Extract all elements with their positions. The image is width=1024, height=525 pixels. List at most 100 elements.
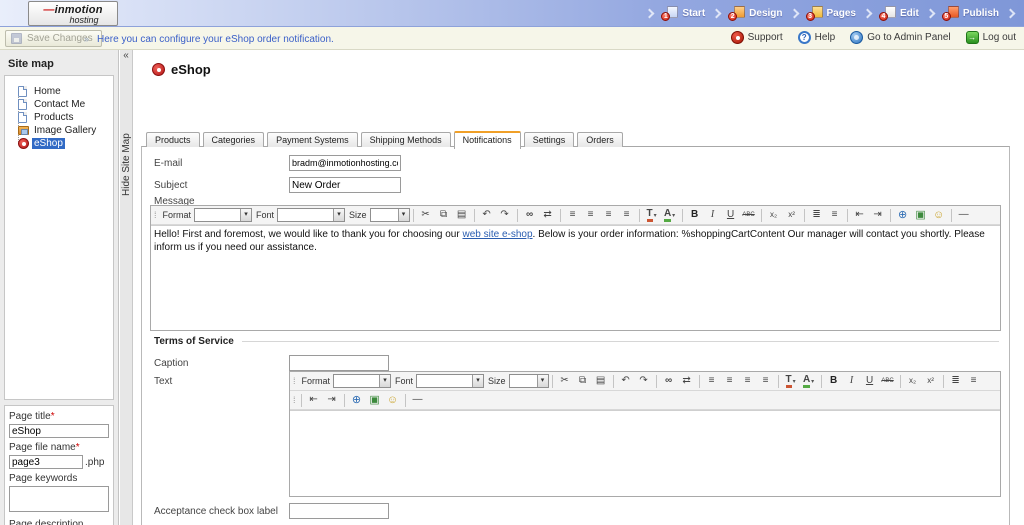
smiley-icon-button[interactable]: ☺ bbox=[385, 392, 401, 408]
dropdown-arrow-icon[interactable]: ▾ bbox=[398, 209, 409, 221]
align-right-icon-button[interactable]: ≡ bbox=[740, 373, 756, 389]
find-icon-button[interactable]: ∞ bbox=[522, 207, 538, 223]
outdent-icon-button[interactable]: ⇤ bbox=[306, 392, 322, 408]
support-button[interactable]: Support bbox=[731, 31, 783, 44]
bullet-list-icon-button[interactable]: ≡ bbox=[966, 373, 982, 389]
nav-publish[interactable]: 5Publish bbox=[942, 6, 999, 21]
help-button[interactable]: ?Help bbox=[798, 31, 836, 44]
format-dropdown[interactable]: ▾ bbox=[194, 208, 252, 222]
horizontal-rule-icon-button[interactable]: — bbox=[956, 207, 972, 223]
bold-icon-button[interactable]: B bbox=[826, 373, 842, 389]
text-color-icon-button[interactable]: T bbox=[644, 207, 660, 223]
horizontal-rule-icon-button[interactable]: — bbox=[410, 392, 426, 408]
tab-categories[interactable]: Categories bbox=[203, 132, 265, 147]
align-center-icon-button[interactable]: ≡ bbox=[583, 207, 599, 223]
copy-icon-button[interactable]: ⧉ bbox=[436, 207, 452, 223]
sitemap-item-home[interactable]: Home bbox=[5, 85, 113, 98]
link-icon-button[interactable]: ⊕ bbox=[895, 207, 911, 223]
toolbar-drag-handle[interactable]: ⁞ bbox=[154, 210, 156, 220]
subscript-icon-button[interactable]: x₂ bbox=[766, 207, 782, 223]
bg-color-icon-button[interactable]: A bbox=[662, 207, 678, 223]
font-dropdown[interactable]: ▾ bbox=[277, 208, 345, 222]
superscript-icon-button[interactable]: x² bbox=[923, 373, 939, 389]
tab-payment-systems[interactable]: Payment Systems bbox=[267, 132, 358, 147]
toolbar-drag-handle[interactable]: ⁞ bbox=[293, 395, 295, 405]
toolbar-drag-handle[interactable]: ⁞ bbox=[293, 376, 295, 386]
align-justify-icon-button[interactable]: ≡ bbox=[758, 373, 774, 389]
numbered-list-icon-button[interactable]: ≣ bbox=[809, 207, 825, 223]
email-input[interactable] bbox=[289, 155, 401, 171]
font-dropdown[interactable]: ▾ bbox=[416, 374, 484, 388]
undo-icon-button[interactable]: ↶ bbox=[479, 207, 495, 223]
bullet-list-icon-button[interactable]: ≡ bbox=[827, 207, 843, 223]
dropdown-arrow-icon[interactable]: ▾ bbox=[240, 209, 251, 221]
align-left-icon-button[interactable]: ≡ bbox=[704, 373, 720, 389]
tos-editor-content[interactable] bbox=[290, 410, 1000, 496]
indent-icon-button[interactable]: ⇥ bbox=[870, 207, 886, 223]
sitemap-item-image-gallery[interactable]: Image Gallery bbox=[5, 124, 113, 137]
paste-icon-button[interactable]: ▤ bbox=[454, 207, 470, 223]
size-dropdown[interactable]: ▾ bbox=[509, 374, 549, 388]
image-icon-button[interactable]: ▣ bbox=[367, 392, 383, 408]
page-keywords-textarea[interactable] bbox=[9, 486, 109, 512]
text-color-icon-button[interactable]: T bbox=[783, 373, 799, 389]
tab-settings[interactable]: Settings bbox=[524, 132, 575, 147]
format-dropdown[interactable]: ▾ bbox=[333, 374, 391, 388]
tab-products[interactable]: Products bbox=[146, 132, 200, 147]
replace-icon-button[interactable]: ⇄ bbox=[679, 373, 695, 389]
sitemap-item-products[interactable]: Products bbox=[5, 111, 113, 124]
dropdown-arrow-icon[interactable]: ▾ bbox=[333, 209, 344, 221]
strikethrough-icon-button[interactable]: ABC bbox=[741, 207, 757, 223]
superscript-icon-button[interactable]: x² bbox=[784, 207, 800, 223]
copy-icon-button[interactable]: ⧉ bbox=[575, 373, 591, 389]
sitemap-item-contact-me[interactable]: Contact Me bbox=[5, 98, 113, 111]
nav-edit[interactable]: 4Edit bbox=[879, 6, 919, 21]
bold-icon-button[interactable]: B bbox=[687, 207, 703, 223]
dropdown-arrow-icon[interactable]: ▾ bbox=[537, 375, 548, 387]
align-center-icon-button[interactable]: ≡ bbox=[722, 373, 738, 389]
strikethrough-icon-button[interactable]: ABC bbox=[880, 373, 896, 389]
replace-icon-button[interactable]: ⇄ bbox=[540, 207, 556, 223]
nav-start[interactable]: 1Start bbox=[661, 6, 705, 21]
align-justify-icon-button[interactable]: ≡ bbox=[619, 207, 635, 223]
bg-color-icon-button[interactable]: A bbox=[801, 373, 817, 389]
subject-input[interactable] bbox=[289, 177, 401, 193]
nav-design[interactable]: 2Design bbox=[728, 6, 782, 21]
tab-shipping-methods[interactable]: Shipping Methods bbox=[361, 132, 451, 147]
subscript-icon-button[interactable]: x₂ bbox=[905, 373, 921, 389]
hide-sitemap-label[interactable]: Hide Site Map bbox=[120, 66, 133, 196]
tab-orders[interactable]: Orders bbox=[577, 132, 623, 147]
page-file-name-input[interactable] bbox=[9, 455, 83, 469]
numbered-list-icon-button[interactable]: ≣ bbox=[948, 373, 964, 389]
image-icon-button[interactable]: ▣ bbox=[913, 207, 929, 223]
dropdown-arrow-icon[interactable]: ▾ bbox=[379, 375, 390, 387]
nav-pages[interactable]: 3Pages bbox=[806, 6, 856, 21]
redo-icon-button[interactable]: ↷ bbox=[636, 373, 652, 389]
message-link[interactable]: web site e-shop bbox=[462, 229, 532, 240]
message-editor-content[interactable]: Hello! First and foremost, we would like… bbox=[151, 225, 1000, 330]
outdent-icon-button[interactable]: ⇤ bbox=[852, 207, 868, 223]
redo-icon-button[interactable]: ↷ bbox=[497, 207, 513, 223]
indent-icon-button[interactable]: ⇥ bbox=[324, 392, 340, 408]
undo-icon-button[interactable]: ↶ bbox=[618, 373, 634, 389]
italic-icon-button[interactable]: I bbox=[705, 207, 721, 223]
align-left-icon-button[interactable]: ≡ bbox=[565, 207, 581, 223]
tab-notifications[interactable]: Notifications bbox=[454, 131, 521, 149]
smiley-icon-button[interactable]: ☺ bbox=[931, 207, 947, 223]
cut-icon-button[interactable]: ✂ bbox=[418, 207, 434, 223]
acceptance-checkbox-label-input[interactable] bbox=[289, 503, 389, 519]
go-to-admin-panel-button[interactable]: Go to Admin Panel bbox=[850, 31, 950, 44]
italic-icon-button[interactable]: I bbox=[844, 373, 860, 389]
paste-icon-button[interactable]: ▤ bbox=[593, 373, 609, 389]
sitemap-item-eshop[interactable]: eShop bbox=[5, 137, 113, 150]
underline-icon-button[interactable]: U bbox=[723, 207, 739, 223]
collapse-chevron-icon[interactable]: « bbox=[120, 50, 132, 62]
page-title-input[interactable] bbox=[9, 424, 109, 438]
caption-input[interactable] bbox=[289, 355, 389, 371]
size-dropdown[interactable]: ▾ bbox=[370, 208, 410, 222]
log-out-button[interactable]: →Log out bbox=[966, 31, 1016, 44]
find-icon-button[interactable]: ∞ bbox=[661, 373, 677, 389]
cut-icon-button[interactable]: ✂ bbox=[557, 373, 573, 389]
align-right-icon-button[interactable]: ≡ bbox=[601, 207, 617, 223]
hide-sitemap-strip[interactable]: « Hide Site Map bbox=[120, 50, 133, 525]
